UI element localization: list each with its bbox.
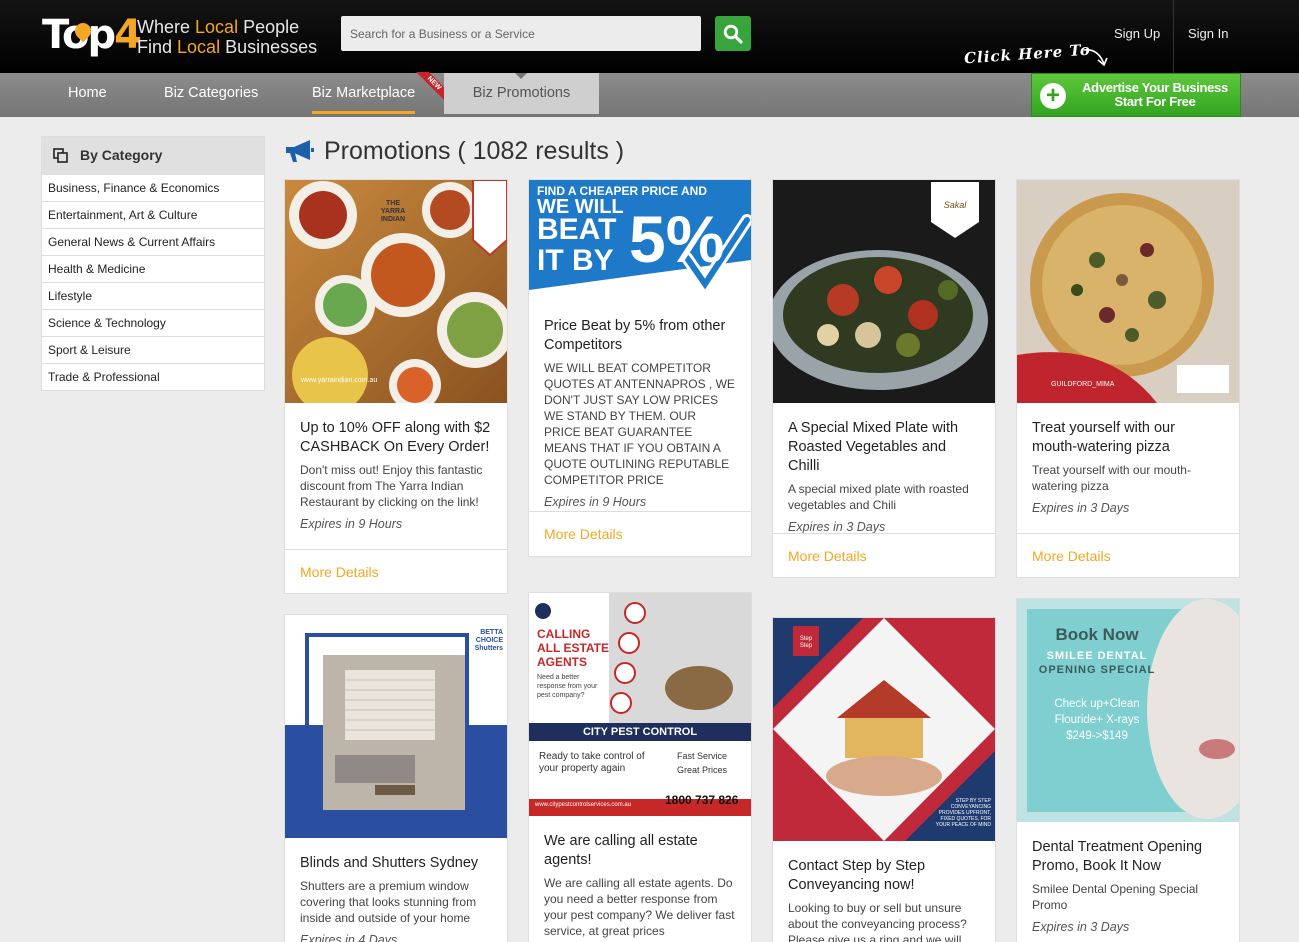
dental-book-now: Book Now [1055,625,1139,644]
card-expiry: Expires in 3 Days [1032,501,1130,515]
promo-card-blinds[interactable]: BETTA CHOICE Shutters Blinds and Shutter… [284,614,508,942]
sidebar-item-sport[interactable]: Sport & Leisure [42,336,264,363]
megaphone-icon [286,140,314,162]
pest-ready: Ready to take control of your property a… [539,751,645,774]
more-details-link[interactable]: More Details [1017,533,1239,577]
pest-fast: Fast Service [677,751,728,761]
card-description: Looking to buy or sell but unsure about … [788,901,967,942]
advertise-button[interactable]: + Advertise Your Business Start For Free [1031,73,1241,117]
yarra-logo: THE YARRA INDIAN [380,200,406,223]
pizza-caption: GUILDFORD_MIMA [1051,381,1115,388]
card-expiry: Expires in 3 Days [1032,920,1130,934]
card-description: Treat yourself with our mouth-watering p… [1032,463,1191,493]
search-icon [723,24,743,44]
sakal-logo: Sakal [943,200,967,210]
card-image-mixed-plate[interactable]: Sakal [773,180,995,403]
promo-card-pest-control[interactable]: CALLING ALL ESTATE AGENTS Need a better … [528,592,752,942]
card-image-yarra[interactable]: THE YARRA INDIAN www.yarraindian.com.au [285,180,507,403]
card-image-dental[interactable]: Book Now SMILEE DENTAL OPENING SPECIAL C… [1017,599,1239,822]
pest-line1: CALLING [537,627,591,641]
card-image-blinds[interactable]: BETTA CHOICE Shutters [285,615,507,838]
promo-card-yarra[interactable]: THE YARRA INDIAN www.yarraindian.com.au … [284,179,508,594]
card-description: We are calling all estate agents. Do you… [544,876,735,938]
promo-card-pizza[interactable]: GUILDFORD_MIMA Treat yourself with our m… [1016,179,1240,578]
sidebar-heading: By Category [42,137,264,174]
pest-line2: ALL ESTATE [537,641,609,655]
card-expiry: Expires in 9 Hours [544,495,647,509]
nav-biz-marketplace[interactable]: Biz Marketplace [312,73,416,114]
promo-card-mixed-plate[interactable]: Sakal A Special Mixed Plate with Roasted… [772,179,996,578]
card-title[interactable]: A Special Mixed Plate with Roasted Veget… [788,419,980,476]
card-expiry: Expires in 4 Days [300,933,398,942]
nav-home[interactable]: Home [68,73,107,114]
dental-line4: Check up+Clean [1054,698,1140,710]
card-title[interactable]: Blinds and Shutters Sydney [300,854,492,873]
card-description: Don't miss out! Enjoy this fantastic dis… [300,463,483,509]
pest-line3: AGENTS [537,655,588,669]
card-description: A special mixed plate with roasted veget… [788,482,969,512]
dental-line5: Flouride+ X-rays [1054,714,1140,726]
card-title[interactable]: Treat yourself with our mouth-watering p… [1032,419,1224,457]
betta-logo: BETTA CHOICE Shutters [474,629,503,652]
category-sidebar: By Category Business, Finance & Economic… [41,136,265,391]
sidebar-item-science[interactable]: Science & Technology [42,309,264,336]
pest-great: Great Prices [677,765,728,775]
card-image-pizza[interactable]: GUILDFORD_MIMA [1017,180,1239,403]
card-title[interactable]: Dental Treatment Opening Promo, Book It … [1032,838,1224,876]
card-description: Smilee Dental Opening Special Promo [1032,882,1199,912]
pest-sub: Need a better response from your pest co… [537,674,598,699]
dental-line2: SMILEE DENTAL [1046,650,1148,662]
card-title[interactable]: Price Beat by 5% from other Competitors [544,317,736,355]
sign-in-link[interactable]: Sign In [1188,26,1228,41]
sidebar-item-health[interactable]: Health & Medicine [42,255,264,282]
header-divider [1173,0,1174,73]
card-expiry: Expires in 9 Hours [300,517,403,531]
promo-card-dental[interactable]: Book Now SMILEE DENTAL OPENING SPECIAL C… [1016,598,1240,942]
card-description: Shutters are a premium window covering t… [300,879,477,925]
yarra-url: www.yarraindian.com.au [301,377,378,384]
sidebar-item-news[interactable]: General News & Current Affairs [42,228,264,255]
dental-line3: OPENING SPECIAL [1038,664,1156,676]
more-details-link[interactable]: More Details [529,511,751,556]
sign-up-link[interactable]: Sign Up [1114,26,1160,41]
card-image-conveyancing[interactable]: Step Step STEP BY STEP CONVEYANCING PROV… [773,618,995,841]
promo-card-price-beat[interactable]: FIND A CHEAPER PRICE AND WE WILL BEAT IT… [528,179,752,557]
click-here-text: Click Here To [963,40,1092,68]
sidebar-item-business[interactable]: Business, Finance & Economics [42,174,264,201]
copy-icon [53,148,68,163]
price-beat-line3: BEAT [537,213,617,246]
price-beat-percent: 5% [629,202,725,276]
sidebar-item-entertainment[interactable]: Entertainment, Art & Culture [42,201,264,228]
search-button[interactable] [715,16,751,51]
card-title[interactable]: We are calling all estate agents! [544,832,736,870]
pest-url: www.citypestcontrolservices.com.au [535,802,632,808]
search-input[interactable] [341,16,701,51]
nav-biz-categories[interactable]: Biz Categories [164,73,258,114]
dental-line6: $249->$149 [1066,730,1128,742]
nav-biz-promotions[interactable]: Biz Promotions [444,73,599,114]
card-image-pest-control[interactable]: CALLING ALL ESTATE AGENTS Need a better … [529,593,751,816]
pest-band: CITY PEST CONTROL [582,726,698,738]
tagline: Where Local People Find Local Businesses [137,17,318,57]
step-caption: STEP BY STEP CONVEYANCING PROVIDES UPFRO… [935,798,991,828]
card-title[interactable]: Up to 10% OFF along with $2 CASHBACK On … [300,419,492,457]
plus-icon: + [1040,83,1066,109]
more-details-link[interactable]: More Details [285,549,507,593]
card-image-price-beat[interactable]: FIND A CHEAPER PRICE AND WE WILL BEAT IT… [529,180,751,300]
promo-card-conveyancing[interactable]: Step Step STEP BY STEP CONVEYANCING PROV… [772,617,996,942]
top-header: Top4 Where Local People Find Local Busin… [0,0,1299,73]
pest-phone: 1800 737 826 [665,793,739,807]
sidebar-item-lifestyle[interactable]: Lifestyle [42,282,264,309]
top4-logo[interactable]: Top4 [42,14,142,56]
new-badge: NEW [414,72,444,102]
step-logo: Step Step [799,636,813,649]
card-description: WE WILL BEAT COMPETITOR QUOTES AT ANTENN… [544,361,735,487]
page-title: Promotions ( 1082 results ) [284,135,624,167]
price-beat-line4: IT BY [537,244,614,277]
more-details-link[interactable]: More Details [773,533,995,577]
card-title[interactable]: Contact Step by Step Conveyancing now! [788,857,980,895]
sidebar-item-trade[interactable]: Trade & Professional [42,363,264,390]
curved-arrow-icon [1083,48,1108,67]
